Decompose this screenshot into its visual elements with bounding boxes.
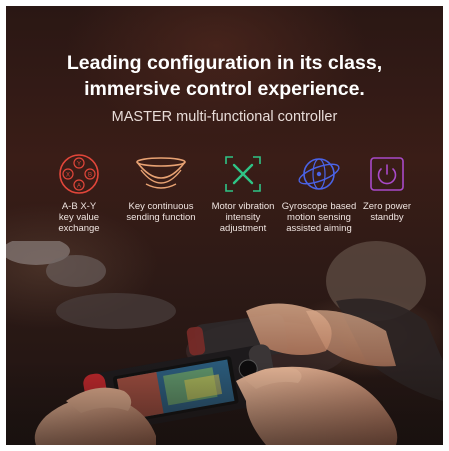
gyroscope-icon [298, 158, 340, 190]
feature-continuous-sending: Key continuous sending function [120, 151, 202, 223]
feature-label: Key continuous sending function [126, 201, 196, 223]
headline-line-2: immersive control experience. [84, 78, 365, 100]
svg-text:X: X [66, 172, 70, 178]
subtitle: MASTER multi-functional controller [111, 109, 338, 125]
feature-abxy: Y A X B A-B X-Y key value exchange [38, 151, 120, 234]
feature-label: Motor vibration intensity adjustment [211, 201, 275, 234]
vibration-x-icon [225, 156, 261, 192]
feature-zero-power: Zero power standby [346, 151, 428, 223]
promo-banner: Leading configuration in its class, imme… [6, 6, 443, 445]
hands-holding-console-photo [6, 241, 443, 445]
svg-text:A: A [77, 184, 81, 190]
power-icon [370, 157, 404, 191]
feature-label: A-B X-Y key value exchange [58, 201, 100, 234]
stacked-bowls-icon [136, 157, 186, 189]
headline-line-1: Leading configuration in its class, [66, 52, 383, 74]
abxy-buttons-icon: Y A X B [59, 154, 99, 194]
feature-label: Zero power standby [362, 201, 412, 223]
svg-text:B: B [88, 172, 92, 178]
headline: Leading configuration in its class, imme… [6, 50, 443, 102]
svg-text:Y: Y [77, 162, 81, 168]
feature-motor-vibration: Motor vibration intensity adjustment [202, 151, 284, 234]
